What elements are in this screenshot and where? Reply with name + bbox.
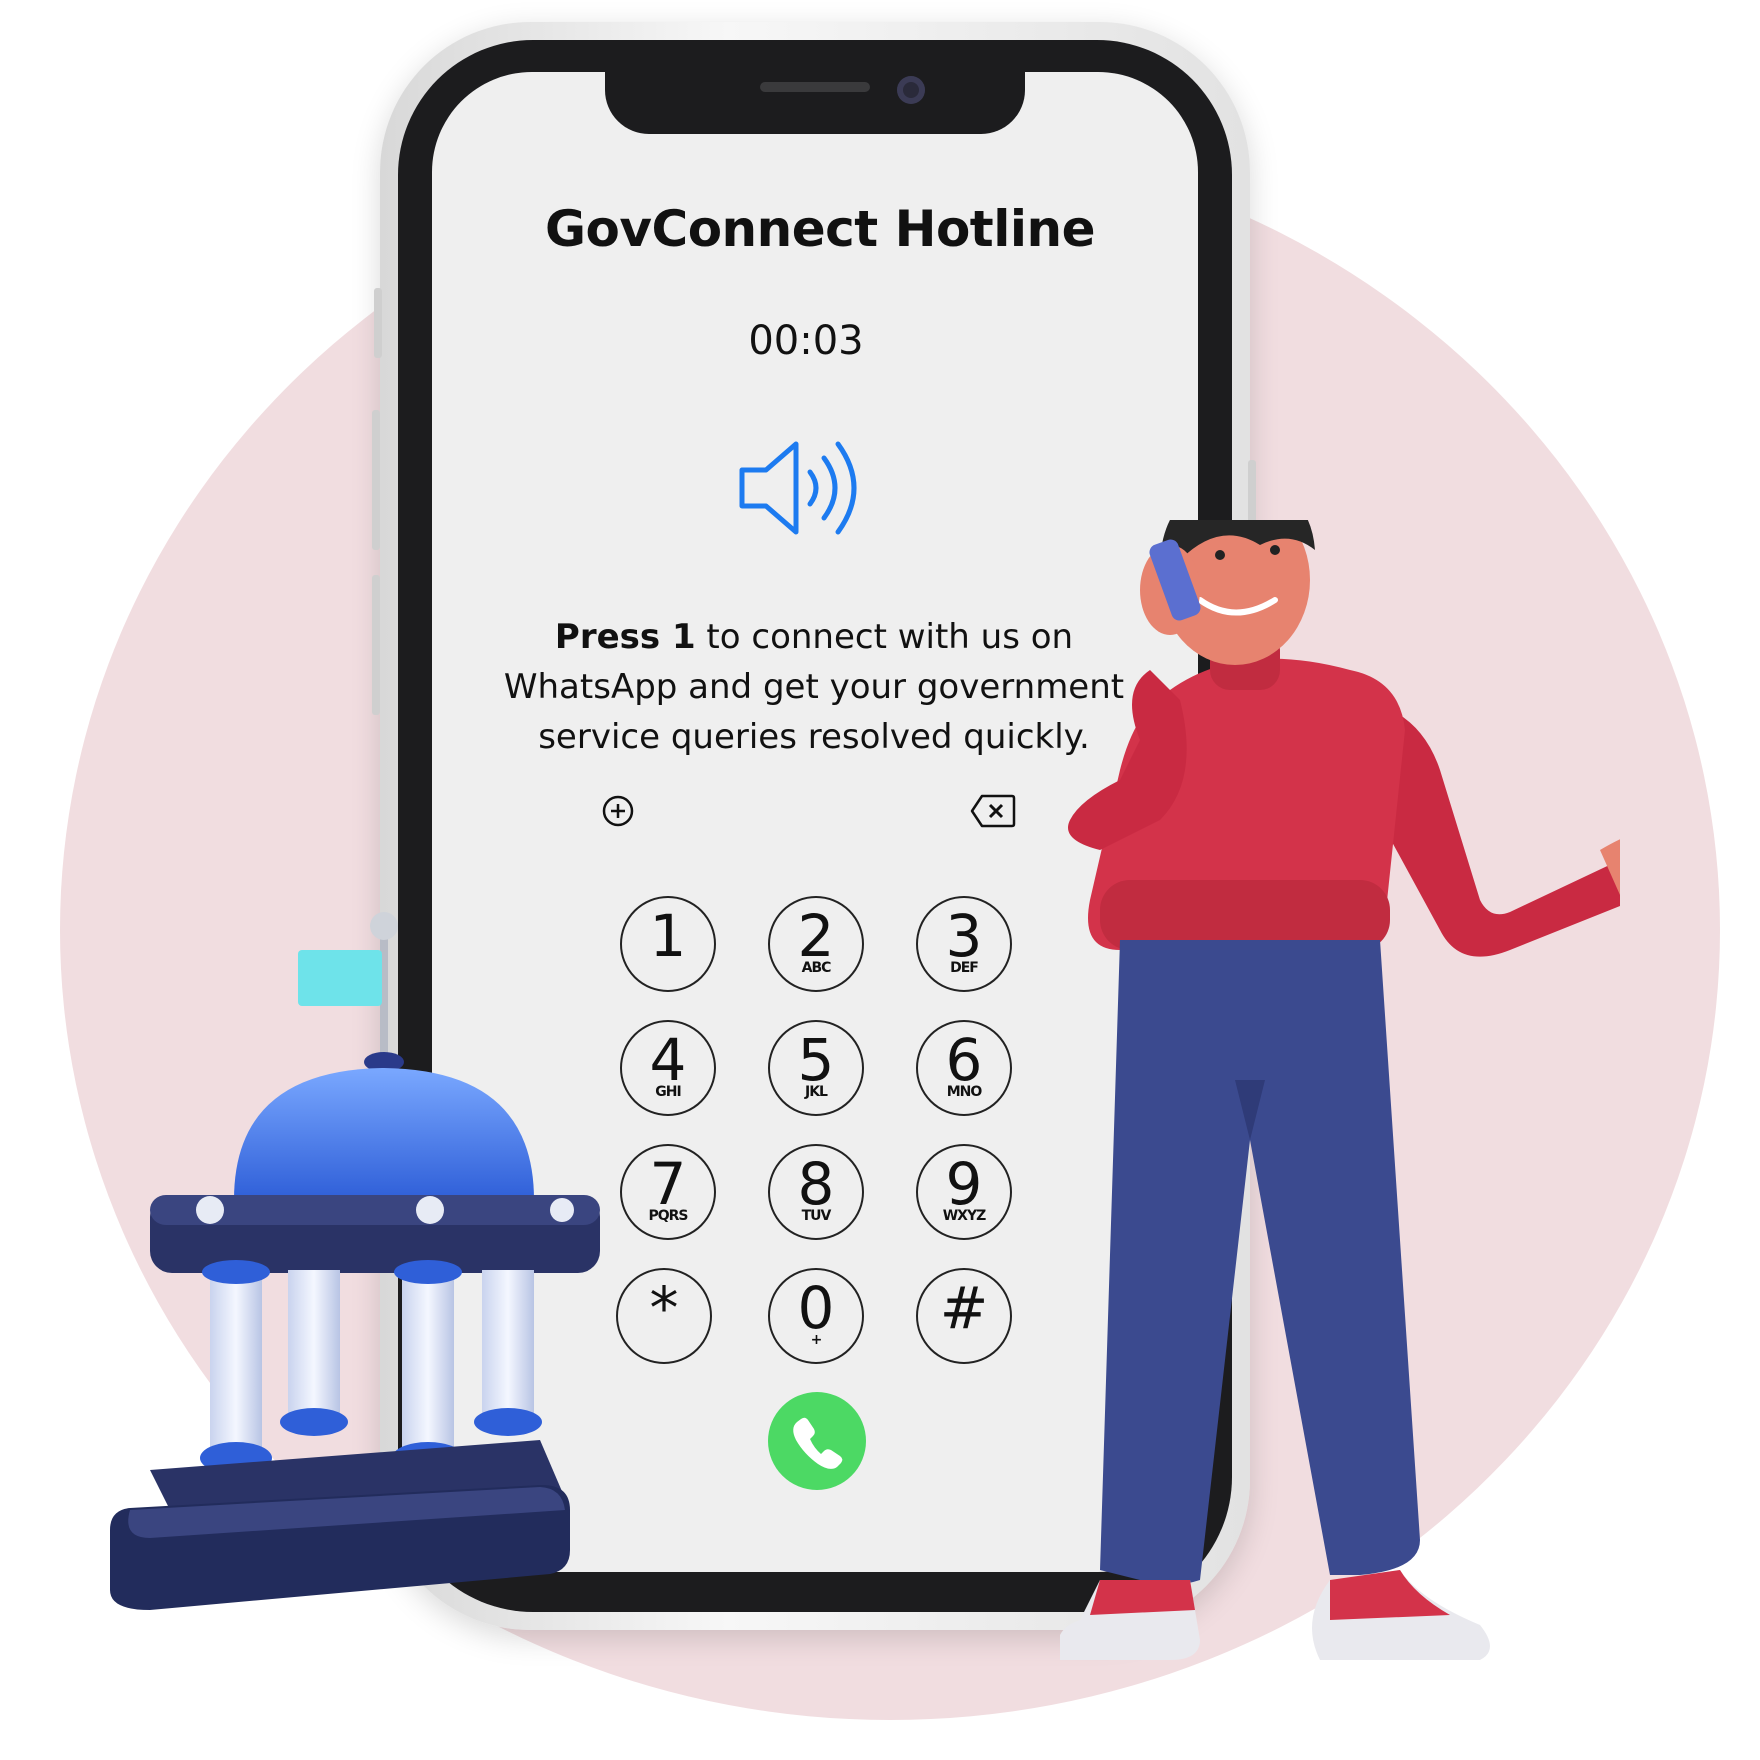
key-digit: 8 — [797, 1150, 835, 1218]
front-camera — [897, 76, 925, 104]
call-title: GovConnect Hotline — [545, 200, 1095, 258]
key-digit: 2 — [797, 902, 835, 970]
speaker-volume-icon[interactable] — [738, 438, 863, 538]
key-letters: TUV — [801, 1208, 832, 1224]
key-letters: + — [810, 1332, 823, 1348]
keypad-key-6[interactable]: 6 MNO — [916, 1020, 1012, 1116]
phone-notch — [605, 60, 1025, 134]
instruction-message: Press 1 to connect with us on WhatsApp a… — [476, 612, 1152, 762]
government-building-illustration — [110, 912, 600, 1610]
earpiece — [760, 82, 870, 92]
key-letters: ABC — [801, 960, 832, 976]
call-button[interactable] — [768, 1392, 866, 1490]
key-digit: 6 — [945, 1026, 983, 1094]
side-button — [374, 288, 382, 358]
key-digit: 5 — [797, 1026, 835, 1094]
key-digit: 0 — [797, 1274, 835, 1342]
call-timer: 00:03 — [748, 318, 864, 364]
key-letters: DEF — [950, 960, 979, 976]
key-digit: 3 — [945, 902, 983, 970]
keypad-key-2[interactable]: 2 ABC — [768, 896, 864, 992]
keypad-key-8[interactable]: 8 TUV — [768, 1144, 864, 1240]
keypad-key-0[interactable]: 0 + — [768, 1268, 864, 1364]
message-bold: Press 1 — [554, 617, 696, 657]
add-plus-icon[interactable] — [602, 795, 634, 827]
key-letters: MNO — [946, 1084, 983, 1100]
key-letters: JKL — [805, 1084, 828, 1100]
volume-up-button — [372, 410, 380, 550]
key-letters: WXYZ — [942, 1208, 987, 1224]
keypad-key-3[interactable]: 3 DEF — [916, 896, 1012, 992]
phone-call-icon — [793, 1417, 843, 1469]
man-on-phone-illustration — [1060, 520, 1620, 1660]
backspace-icon[interactable] — [970, 793, 1016, 829]
keypad-key-9[interactable]: 9 WXYZ — [916, 1144, 1012, 1240]
keypad-key-5[interactable]: 5 JKL — [768, 1020, 864, 1116]
keypad-key-hash[interactable]: # — [916, 1268, 1012, 1364]
key-digit: 9 — [945, 1150, 983, 1218]
key-digit: # — [939, 1274, 989, 1342]
volume-down-button — [372, 575, 380, 715]
